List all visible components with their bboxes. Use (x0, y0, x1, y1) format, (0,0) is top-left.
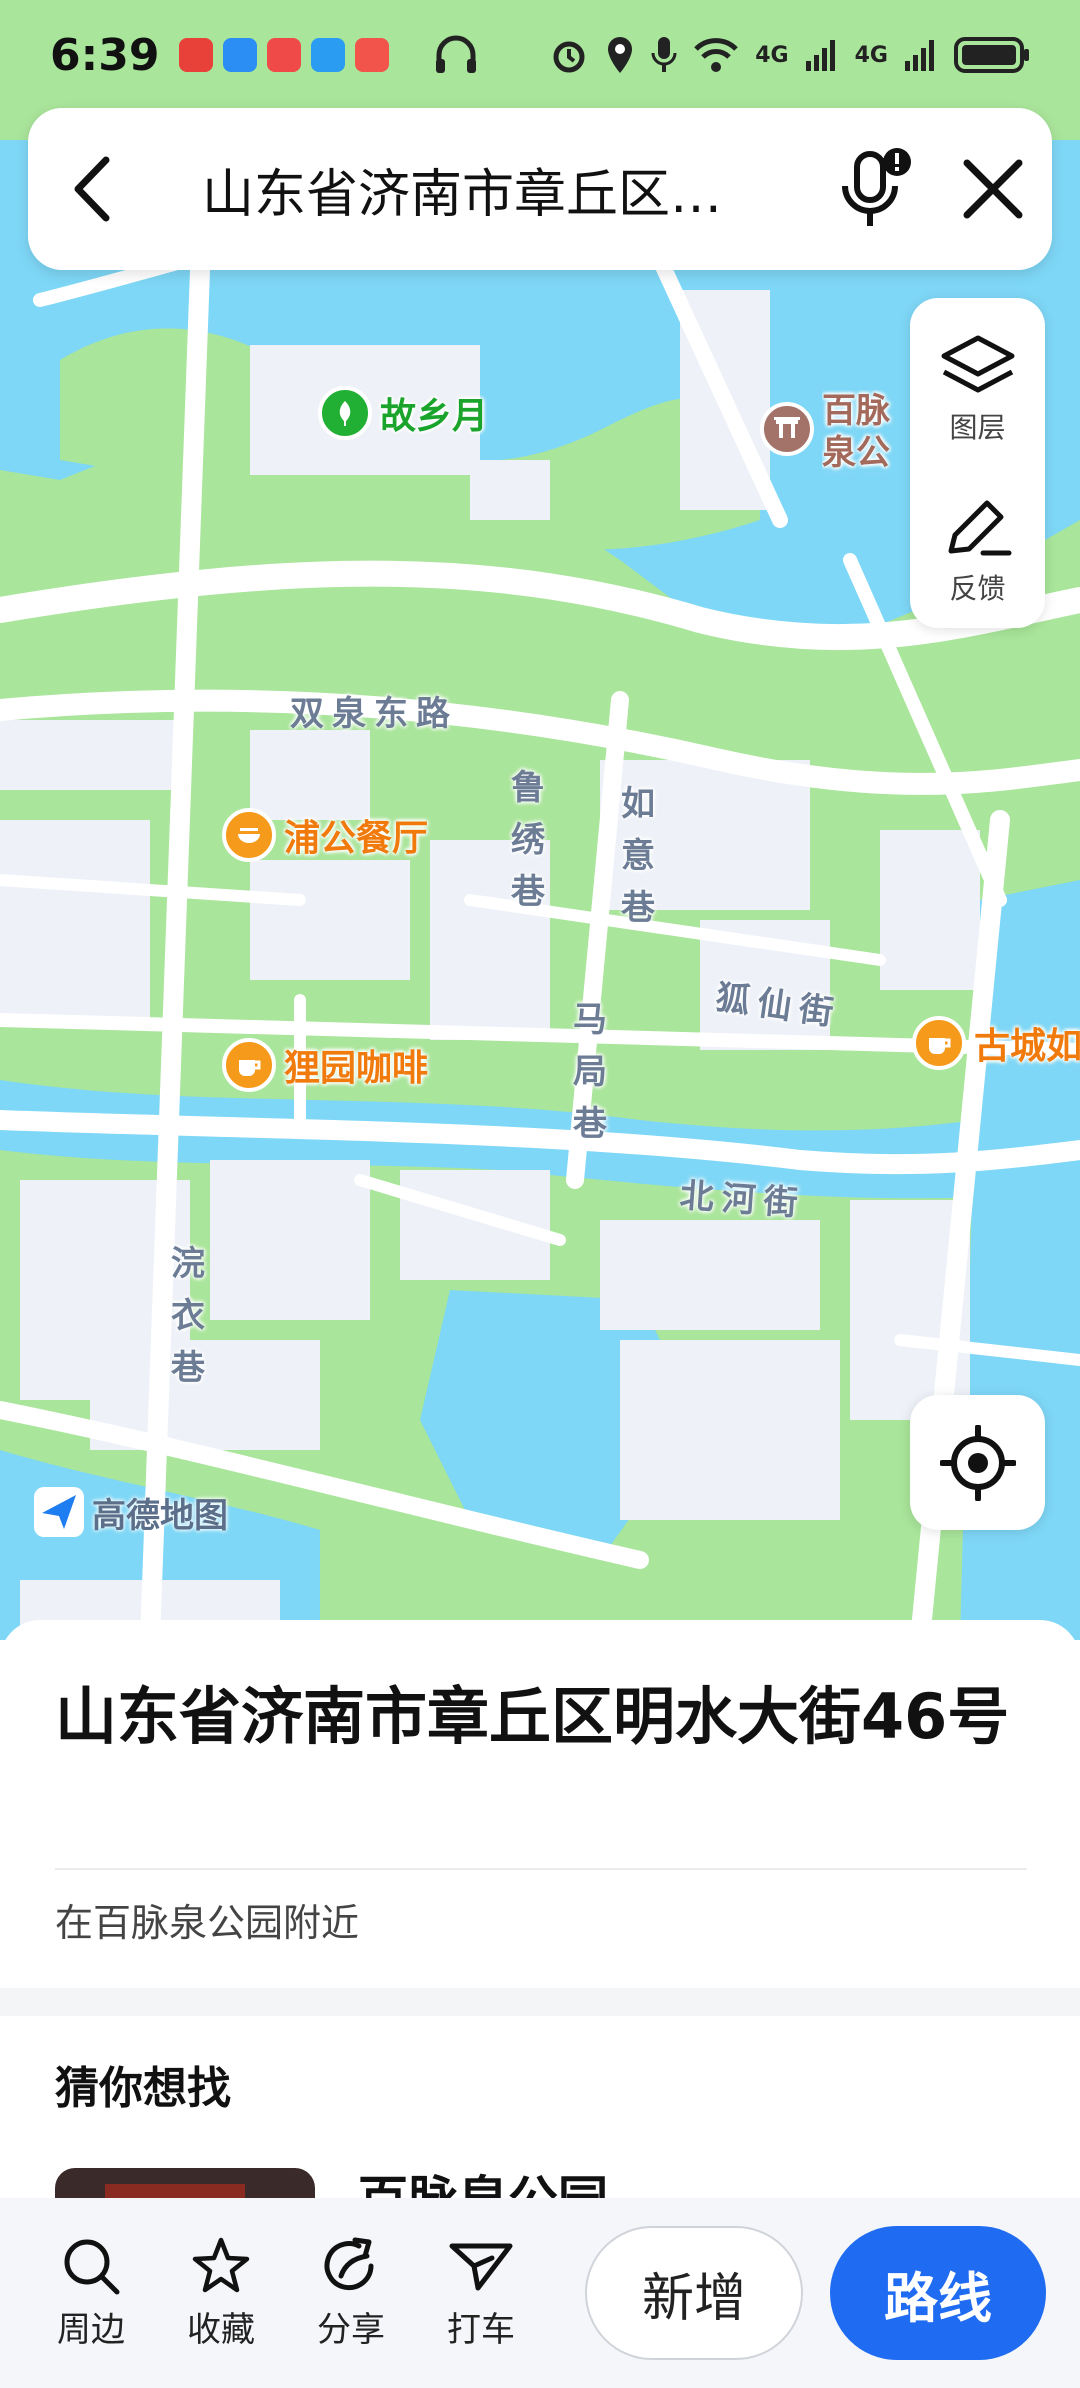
locate-me-button[interactable] (910, 1395, 1045, 1530)
nearby-button[interactable]: 周边 (26, 2236, 156, 2351)
status-bar: 6:39 4G 4G (0, 0, 1080, 110)
battery-icon (954, 37, 1029, 73)
poi-gucheng-cafe[interactable]: 古城如 (912, 1016, 1080, 1070)
poi-label: 故乡月 (380, 396, 489, 437)
poi-label: 古城如 (974, 1026, 1080, 1067)
nearby-label: 周边 (57, 2309, 125, 2350)
section-separator (0, 1988, 1080, 2016)
street-label-huanyi: 浣衣巷 (171, 1244, 205, 1388)
restaurant-icon (222, 808, 276, 862)
voice-search-button[interactable] (816, 108, 934, 270)
poi-label: 百脉泉公园景区-玉 (822, 391, 890, 473)
amap-logo-icon (34, 1487, 84, 1537)
search-icon (64, 2239, 120, 2294)
book-app-icon (267, 38, 302, 72)
coffee-icon (912, 1016, 966, 1070)
location-icon (608, 37, 633, 73)
status-indicators: 4G 4G (549, 35, 1030, 75)
pencil-edit-icon (948, 500, 1011, 556)
taxi-button[interactable]: 打车 (416, 2236, 546, 2351)
favorite-button[interactable]: 收藏 (156, 2236, 286, 2351)
taxi-label: 打车 (447, 2309, 515, 2350)
poi-baimaiquan-scenic[interactable]: 百脉泉公园景区-玉 (760, 390, 910, 474)
poi-liyuan-cafe[interactable]: 狸园咖啡 (222, 1038, 428, 1092)
message-app-icon (223, 38, 258, 72)
crosshair-locate-icon (939, 1424, 1016, 1501)
wifi-icon (694, 38, 739, 72)
poi-label: 浦公餐厅 (284, 818, 429, 859)
scenic-gate-icon (760, 402, 814, 456)
back-button[interactable] (28, 108, 158, 270)
alarm-icon (553, 41, 585, 73)
battery-app-icon (355, 38, 390, 72)
search-query-text[interactable]: 山东省济南市章丘区… (158, 152, 816, 227)
chevron-left-icon (74, 156, 110, 222)
headphones-icon (436, 35, 477, 73)
microphone-status-icon (651, 37, 677, 72)
layers-icon (941, 335, 1014, 393)
network-type-1: 4G (755, 42, 789, 68)
signal-strength-icon-2 (905, 40, 934, 71)
poi-guxiangyue[interactable]: 故乡月 (318, 386, 488, 440)
share-icon (324, 2237, 374, 2290)
close-icon (963, 159, 1023, 219)
network-type-2: 4G (854, 42, 888, 68)
street-label-maju: 马局巷 (573, 1000, 607, 1144)
bottom-action-bar: 周边 收藏 分享 打车 新增 路线 (0, 2198, 1080, 2388)
amap-brand-logo: 高德地图 (32, 1485, 228, 1539)
cloud-app-icon (311, 38, 346, 72)
signal-strength-icon-1 (805, 40, 835, 71)
coffee-icon (222, 1038, 276, 1092)
nearby-landmark-text: 在百脉泉公园附近 (55, 1901, 360, 1945)
route-button[interactable]: 路线 (830, 2226, 1046, 2360)
clear-search-button[interactable] (934, 108, 1052, 270)
favorite-label: 收藏 (187, 2309, 255, 2350)
map-tools-panel: 图层 反馈 (910, 298, 1045, 628)
park-icon (318, 386, 372, 440)
share-label: 分享 (317, 2309, 385, 2350)
place-address-title: 山东省济南市章丘区明水大街46号 (55, 1680, 1010, 1753)
star-icon (192, 2237, 250, 2292)
suggestions-heading: 猜你想找 (55, 2063, 231, 2114)
layers-button[interactable]: 图层 (910, 310, 1045, 470)
search-bar[interactable]: 山东省济南市章丘区… (28, 108, 1052, 270)
status-time: 6:39 (50, 29, 160, 81)
share-button[interactable]: 分享 (286, 2236, 416, 2351)
street-label-beihe: 北河街 (678, 1175, 807, 1225)
street-label-ruyi: 如意巷 (621, 784, 655, 928)
street-label-shuangquan: 双泉东路 (290, 694, 458, 734)
street-label-luxiu: 鲁绣巷 (511, 768, 545, 912)
huawei-app-icon (179, 38, 214, 72)
feedback-label: 反馈 (949, 572, 1006, 605)
taxi-send-icon (449, 2243, 513, 2290)
add-button[interactable]: 新增 (585, 2226, 803, 2360)
layers-label: 图层 (949, 411, 1006, 444)
microphone-alert-icon (842, 148, 911, 226)
poi-label: 狸园咖啡 (284, 1048, 429, 1089)
divider (55, 1868, 1027, 1870)
poi-pugong-restaurant[interactable]: 浦公餐厅 (222, 808, 428, 862)
feedback-button[interactable]: 反馈 (910, 470, 1045, 630)
